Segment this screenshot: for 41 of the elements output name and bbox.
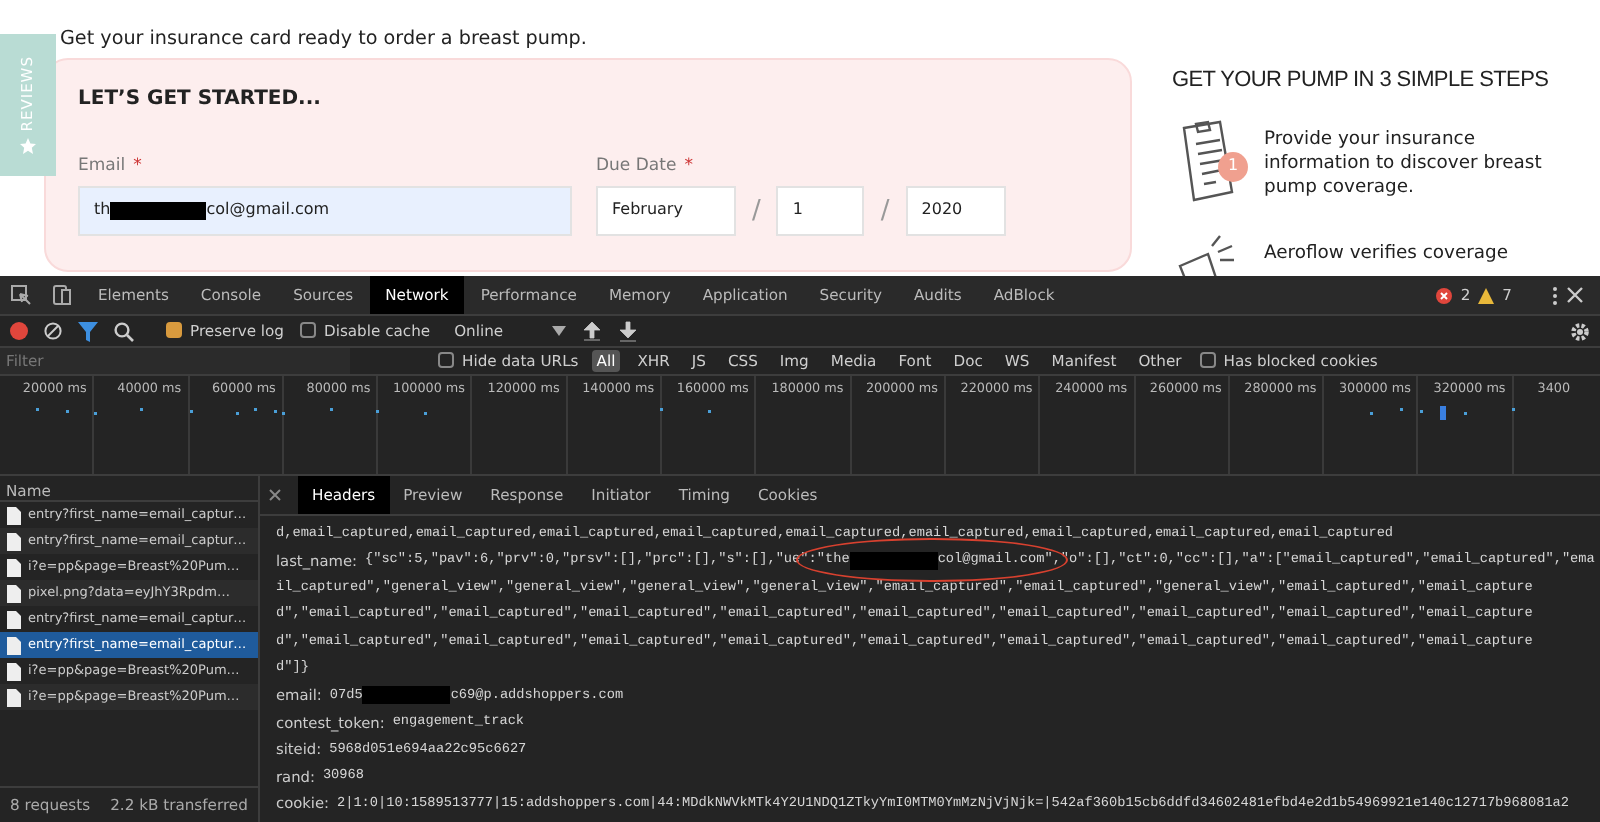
required-mark: * xyxy=(684,154,693,180)
intro-text: Get your insurance card ready to order a breast pump. xyxy=(58,28,589,50)
upload-icon[interactable] xyxy=(581,320,602,342)
step-text: Provide your insurance information to discover breast pump coverage. xyxy=(1264,127,1544,199)
checkbox[interactable] xyxy=(438,352,454,369)
field-label: Email xyxy=(78,154,126,180)
day-field[interactable]: 1 xyxy=(776,185,865,236)
month-field[interactable]: February xyxy=(596,185,736,236)
search-icon[interactable] xyxy=(114,321,134,341)
date-separator: / xyxy=(752,193,761,229)
year-field[interactable]: 2020 xyxy=(905,185,1006,236)
date-separator: / xyxy=(880,193,890,229)
more-menu-icon[interactable] xyxy=(1552,285,1558,305)
warning-icon xyxy=(1478,287,1495,303)
clear-icon[interactable] xyxy=(44,322,62,340)
caret-icon xyxy=(551,325,566,336)
required-mark: * xyxy=(133,154,142,180)
close-icon[interactable] xyxy=(268,488,282,502)
field-text: col@gmail.com xyxy=(206,198,330,223)
settings-icon[interactable] xyxy=(1570,321,1590,341)
redaction-bar xyxy=(849,551,938,570)
record-icon[interactable] xyxy=(10,322,28,340)
download-icon[interactable] xyxy=(617,320,638,342)
redaction-bar xyxy=(362,686,451,705)
checkbox[interactable] xyxy=(299,322,316,339)
field-label: Due Date xyxy=(596,154,677,180)
device-toolbar-icon[interactable] xyxy=(52,284,72,306)
error-icon xyxy=(1436,287,1453,303)
field-text: th xyxy=(94,198,111,223)
step-number-badge: 1 xyxy=(1218,151,1248,181)
redaction-bar xyxy=(110,201,207,220)
step-text: Aeroflow verifies coverage xyxy=(1264,241,1511,265)
close-icon[interactable] xyxy=(1566,286,1584,304)
filter-icon[interactable] xyxy=(78,321,98,341)
star-icon xyxy=(20,137,36,154)
email-field[interactable]: th col@gmail.com xyxy=(78,185,572,236)
form-title: LET’S GET STARTED... xyxy=(78,86,323,114)
steps-title: GET YOUR PUMP IN 3 SIMPLE STEPS xyxy=(1172,66,1551,96)
checkbox[interactable] xyxy=(166,322,182,339)
checkbox[interactable] xyxy=(1199,352,1216,369)
inspect-icon[interactable] xyxy=(10,284,32,306)
